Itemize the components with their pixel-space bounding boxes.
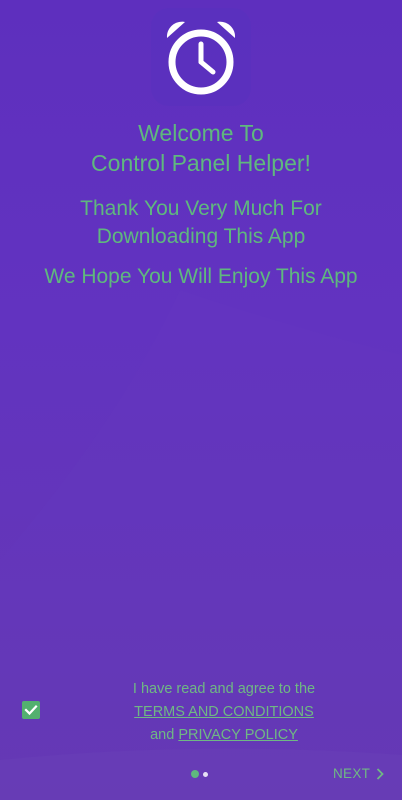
privacy-link[interactable]: PRIVACY POLICY bbox=[178, 727, 298, 743]
page-dot-active bbox=[191, 770, 199, 778]
alarm-clock-icon bbox=[166, 21, 236, 95]
thanks-line-1: Thank You Very Much For bbox=[80, 197, 322, 220]
next-label: NEXT bbox=[333, 766, 371, 781]
page-dot bbox=[203, 771, 208, 777]
checkmark-icon bbox=[24, 704, 38, 716]
terms-link[interactable]: TERMS AND CONDITIONS bbox=[134, 704, 314, 720]
agreement-text: I have read and agree to the TERMS AND C… bbox=[100, 678, 348, 747]
and-text: and bbox=[150, 727, 175, 743]
agree-checkbox[interactable] bbox=[22, 701, 40, 719]
app-logo bbox=[151, 8, 251, 106]
agreement-line-1: I have read and agree to the bbox=[132, 681, 316, 697]
welcome-heading: Welcome To Control Panel Helper! bbox=[0, 118, 402, 178]
welcome-line-2: Control Panel Helper! bbox=[91, 150, 311, 176]
chevron-right-icon bbox=[377, 767, 384, 780]
page-indicator bbox=[191, 770, 208, 778]
thanks-text: Thank You Very Much For Downloading This… bbox=[0, 195, 402, 251]
thanks-line-2: Downloading This App bbox=[96, 225, 306, 248]
hope-text: We Hope You Will Enjoy This App bbox=[44, 265, 358, 288]
next-button[interactable]: NEXT bbox=[333, 766, 384, 781]
welcome-line-1: Welcome To bbox=[138, 120, 264, 146]
